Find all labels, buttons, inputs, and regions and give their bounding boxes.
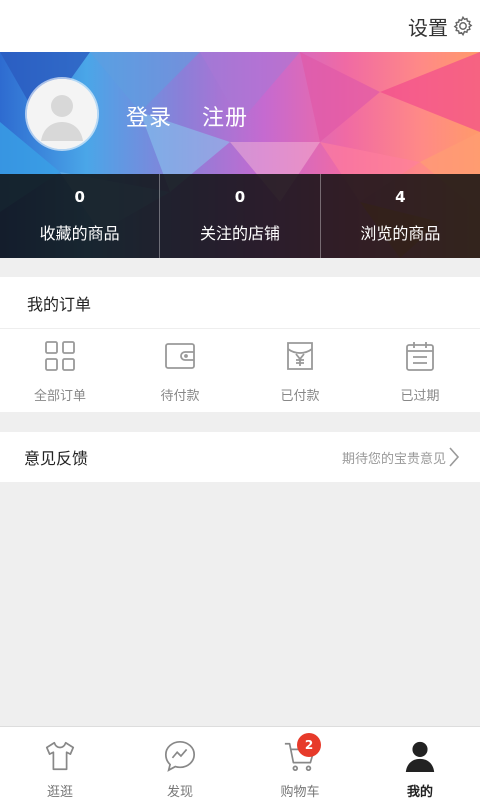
auth-links: 登录 注册: [126, 100, 248, 132]
discover-icon: [164, 740, 196, 772]
stat-label: 收藏的商品: [39, 224, 120, 243]
settings-label: 设置: [408, 15, 448, 40]
stat-count: 4: [395, 188, 406, 206]
profile-banner: 登录 注册 0 收藏的商品 0 关注的店铺 4 浏览的商品: [0, 52, 480, 258]
nav-label: 发现: [166, 785, 193, 800]
avatar[interactable]: [27, 79, 97, 149]
user-icon: [405, 741, 435, 773]
stat-browsed-goods[interactable]: 4 浏览的商品: [321, 174, 480, 258]
order-label: 已过期: [400, 389, 440, 404]
top-bar: 设置: [0, 0, 480, 52]
stat-label: 浏览的商品: [360, 224, 441, 243]
calendar-icon: [406, 342, 434, 371]
nav-discover[interactable]: 发现: [120, 727, 240, 800]
orders-title[interactable]: 我的订单: [0, 277, 480, 329]
stats-bar: 0 收藏的商品 0 关注的店铺 4 浏览的商品: [0, 174, 480, 258]
stat-label: 关注的店铺: [199, 224, 280, 243]
nav-label: 购物车: [280, 785, 320, 800]
nav-label: 逛逛: [46, 785, 73, 800]
login-link[interactable]: 登录: [126, 100, 172, 132]
orders-section: 我的订单 全部订单 待付款 已付款 已过期: [0, 277, 480, 412]
stat-favorite-goods[interactable]: 0 收藏的商品: [0, 174, 161, 258]
nav-browse[interactable]: 逛逛: [0, 727, 120, 800]
order-label: 全部订单: [33, 389, 86, 404]
settings-button[interactable]: 设置: [408, 12, 474, 41]
order-label: 待付款: [160, 389, 200, 404]
bottom-nav: 逛逛 发现 购物车 我的: [0, 726, 480, 800]
stat-count: 0: [234, 188, 246, 206]
feedback-row[interactable]: 意见反馈 期待您的宝贵意见: [0, 432, 480, 482]
orders-row: 全部订单 待付款 已付款 已过期: [0, 329, 480, 412]
nav-mine[interactable]: 我的: [360, 727, 480, 800]
default-avatar-icon: [27, 79, 97, 149]
feedback-title: 意见反馈: [24, 449, 89, 468]
order-label: 已付款: [280, 389, 320, 404]
cart-badge: 2: [297, 733, 321, 757]
nav-label: 我的: [406, 785, 433, 800]
grid-icon: [45, 341, 75, 371]
chevron-right-icon: [449, 447, 460, 467]
register-link[interactable]: 注册: [202, 100, 248, 132]
gear-icon: [453, 15, 473, 37]
order-pending-payment[interactable]: 待付款: [120, 329, 240, 412]
wallet-icon: [165, 343, 195, 369]
tshirt-icon: [45, 741, 75, 771]
stat-followed-shops[interactable]: 0 关注的店铺: [160, 174, 321, 258]
order-all[interactable]: 全部订单: [0, 329, 120, 412]
yen-box-icon: [287, 342, 313, 370]
order-paid[interactable]: 已付款: [240, 329, 360, 412]
stat-count: 0: [74, 188, 85, 206]
feedback-hint: 期待您的宝贵意见: [341, 451, 446, 467]
order-expired[interactable]: 已过期: [360, 329, 480, 412]
